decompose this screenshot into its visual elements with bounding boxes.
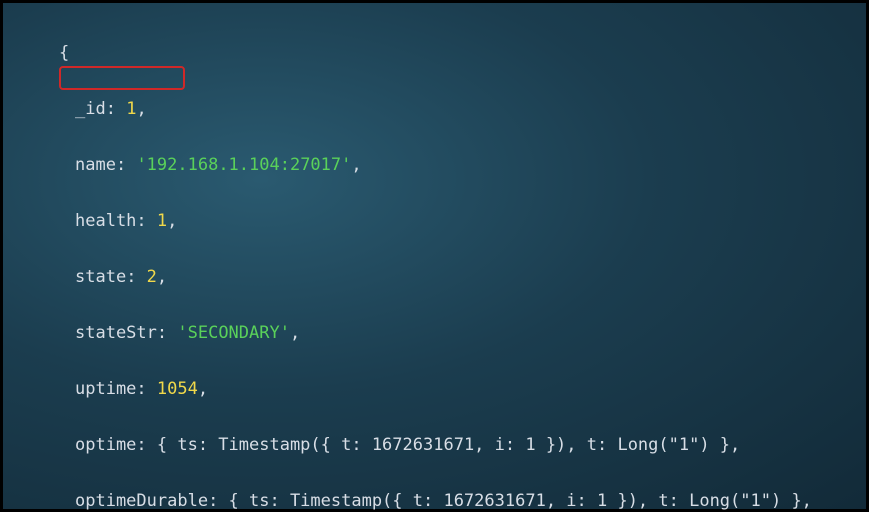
line-state: state: 2, (3, 263, 866, 291)
line-statestr: stateStr: 'SECONDARY', (3, 319, 866, 347)
line-id: _id: 1, (3, 95, 866, 123)
line-uptime: uptime: 1054, (3, 375, 866, 403)
line-name: name: '192.168.1.104:27017', (3, 151, 866, 179)
code-block: { _id: 1, name: '192.168.1.104:27017', h… (3, 3, 866, 512)
line-optime: optime: { ts: Timestamp({ t: 1672631671,… (3, 431, 866, 459)
line-open-brace: { (3, 39, 866, 67)
line-health: health: 1, (3, 207, 866, 235)
line-optimedurable: optimeDurable: { ts: Timestamp({ t: 1672… (3, 487, 866, 512)
